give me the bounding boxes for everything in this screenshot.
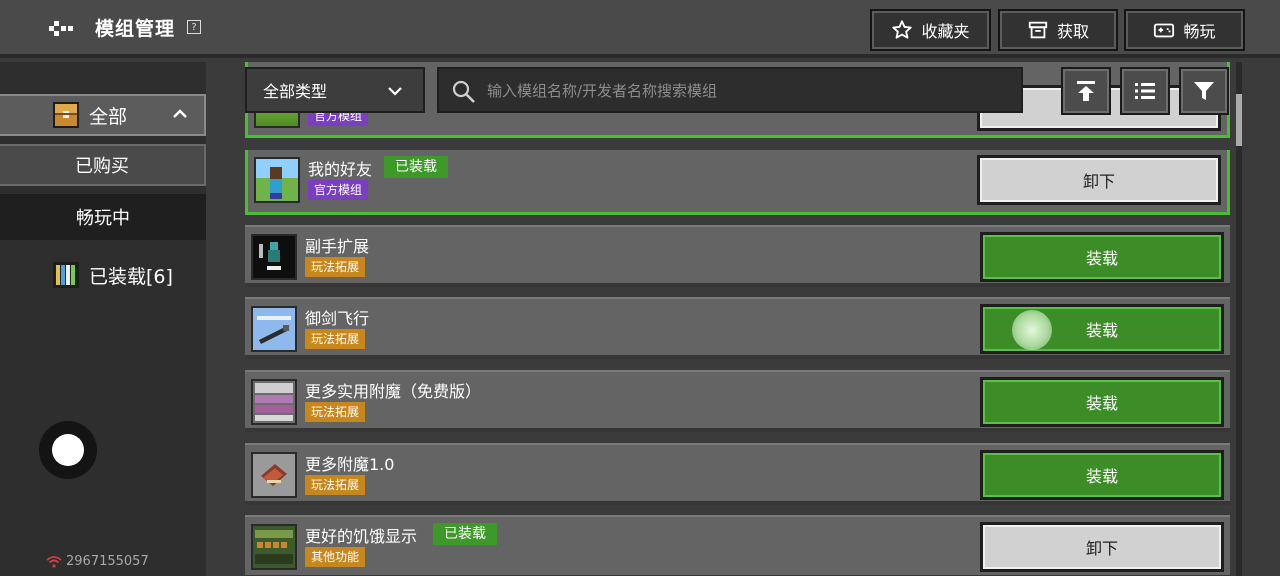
mod-thumbnail (254, 157, 300, 203)
sidebar-item-playing[interactable]: 畅玩中 (0, 194, 206, 240)
offhand-figure-icon (259, 242, 281, 270)
search-bar[interactable] (437, 67, 1023, 113)
play-button[interactable]: 畅玩 (1124, 9, 1245, 51)
top-bar: 模组管理 ? 收藏夹 获取 畅玩 (0, 0, 1280, 58)
sidebar-item-all[interactable]: 全部 (0, 94, 206, 136)
mod-thumbnail (251, 379, 297, 425)
get-label: 获取 (1056, 22, 1089, 41)
sidebar-item-installed[interactable]: 已装载[6] (0, 254, 206, 296)
floating-joystick-button[interactable] (39, 421, 97, 479)
shop-box-icon (1028, 21, 1048, 39)
mod-name: 更多实用附魔（免费版） (305, 382, 482, 401)
list-item[interactable]: 副手扩展 玩法拓展 装载 (245, 225, 1230, 287)
wifi-icon (46, 555, 62, 568)
mod-category-tag: 玩法拓展 (305, 402, 366, 422)
equipped-badge: 已装载 (433, 523, 497, 545)
equipped-badge: 已装载 (384, 156, 448, 178)
mod-list: 官方模组 我的好友 已装载 官方模组 卸下 副手扩展 玩法拓展 装载 御剑飞行 … (206, 62, 1280, 576)
list-item[interactable]: 更好的饥饿显示 已装载 其他功能 卸下 (245, 515, 1230, 576)
touch-indicator (1012, 310, 1052, 350)
equip-button[interactable]: 装载 (980, 232, 1224, 282)
star-icon (892, 20, 913, 39)
sidebar-item-label: 全部 (89, 105, 128, 128)
gamepad-icon (1154, 23, 1175, 38)
hunger-bar-icon (255, 530, 293, 564)
filter-button[interactable] (1179, 67, 1229, 115)
list-view-button[interactable] (1120, 67, 1170, 115)
mod-name: 我的好友 (308, 160, 373, 179)
favorites-label: 收藏夹 (921, 22, 970, 41)
user-id-text: 2967155057 (66, 554, 149, 569)
list-item[interactable]: 我的好友 已装载 官方模组 卸下 (245, 150, 1230, 215)
sidebar-item-label: 已装载[6] (89, 265, 173, 288)
favorites-button[interactable]: 收藏夹 (870, 9, 991, 51)
bookshelf-icon (53, 262, 79, 288)
mod-name: 更多附魔1.0 (305, 455, 395, 474)
mod-name: 副手扩展 (305, 237, 370, 256)
chest-icon (53, 102, 79, 128)
list-item[interactable]: 御剑飞行 玩法拓展 装载 (245, 297, 1230, 359)
chevron-up-icon[interactable] (172, 107, 188, 121)
unequip-button[interactable]: 卸下 (977, 155, 1221, 205)
network-id: 2967155057 (46, 554, 149, 569)
enchanted-book-icon (261, 464, 287, 486)
search-icon (452, 80, 475, 103)
mod-category-tag: 玩法拓展 (305, 257, 366, 277)
mod-thumbnail (251, 524, 297, 570)
get-button[interactable]: 获取 (998, 9, 1118, 51)
page-title: 模组管理 (95, 18, 176, 40)
scrollbar-thumb[interactable] (1236, 94, 1242, 146)
mod-category-tag: 官方模组 (308, 180, 369, 200)
mod-category-tag: 其他功能 (305, 547, 366, 567)
sidebar-item-label: 畅玩中 (76, 208, 130, 229)
equip-button[interactable]: 装载 (980, 450, 1224, 500)
back-icon[interactable] (46, 14, 76, 42)
unequip-button[interactable]: 卸下 (980, 522, 1224, 572)
mod-thumbnail (251, 452, 297, 498)
search-input[interactable] (485, 69, 1009, 113)
filter-icon (1194, 82, 1214, 100)
mod-name: 御剑飞行 (305, 309, 370, 328)
sidebar-item-purchased[interactable]: 已购买 (0, 144, 206, 186)
list-icon (1135, 83, 1155, 99)
pin-top-icon (1077, 81, 1095, 101)
list-item[interactable]: 更多实用附魔（免费版） 玩法拓展 装载 (245, 370, 1230, 432)
play-label: 畅玩 (1183, 22, 1216, 41)
type-filter-value: 全部类型 (263, 82, 328, 101)
chevron-down-icon (388, 87, 402, 96)
mod-category-tag: 玩法拓展 (305, 329, 366, 349)
type-filter-dropdown[interactable]: 全部类型 (245, 67, 425, 113)
minecraft-character-icon (270, 167, 282, 199)
enchant-grid-icon (255, 383, 293, 421)
sidebar-item-label: 已购买 (75, 156, 129, 177)
help-icon[interactable]: ? (187, 20, 201, 34)
equip-button[interactable]: 装载 (980, 377, 1224, 427)
mod-category-tag: 玩法拓展 (305, 475, 366, 495)
mod-thumbnail (251, 306, 297, 352)
sword-icon (257, 316, 291, 344)
mod-name: 更好的饥饿显示 (305, 527, 418, 546)
sidebar: 全部 已购买 畅玩中 已装载[6] 2967155057 (0, 62, 206, 576)
sort-to-top-button[interactable] (1061, 67, 1111, 115)
list-item[interactable]: 更多附魔1.0 玩法拓展 装载 (245, 443, 1230, 505)
mod-thumbnail (251, 234, 297, 280)
